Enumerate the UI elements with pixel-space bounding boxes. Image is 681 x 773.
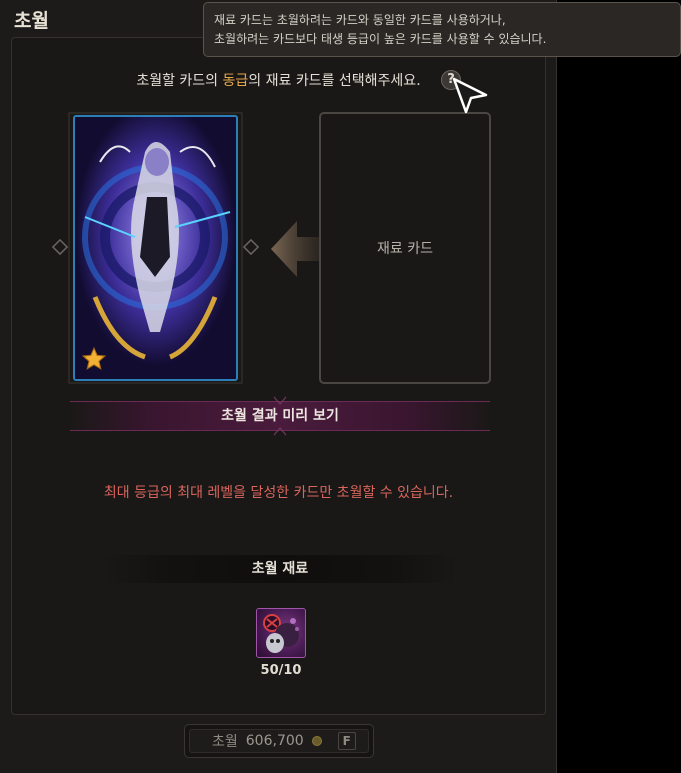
panel-title: 초월 bbox=[14, 10, 49, 32]
help-tooltip: 재료 카드는 초월하려는 카드와 동일한 카드를 사용하거나, 초월하려는 카드… bbox=[203, 2, 681, 57]
hotkey-badge: F bbox=[337, 732, 356, 750]
preview-diamond-top bbox=[273, 396, 287, 405]
cost-amount: 606,700 bbox=[245, 733, 304, 749]
mouse-cursor-icon bbox=[452, 77, 488, 114]
tooltip-line-1: 재료 카드는 초월하려는 카드와 동일한 카드를 사용하거나, bbox=[214, 13, 506, 27]
material-count: 50/10 bbox=[260, 663, 302, 678]
coin-icon bbox=[311, 736, 322, 746]
transcend-material-icon[interactable] bbox=[256, 608, 306, 658]
tooltip-line-2: 초월하려는 카드보다 태생 등급이 높은 카드를 사용할 수 있습니다. bbox=[214, 32, 547, 46]
preview-diamond-bottom bbox=[273, 427, 287, 436]
warning-text: 최대 등급의 최대 레벨을 달성한 카드만 초월할 수 있습니다. bbox=[103, 485, 454, 501]
diamond-ornament-left bbox=[51, 238, 69, 256]
transcend-cost-button[interactable]: 초월 606,700 F bbox=[184, 724, 374, 758]
diamond-ornament-right bbox=[242, 238, 260, 256]
cost-label: 초월 bbox=[212, 734, 238, 750]
source-card[interactable] bbox=[73, 115, 238, 381]
instruction-highlight: 동급 bbox=[222, 73, 249, 89]
card-art bbox=[75, 117, 236, 379]
star-icon bbox=[81, 346, 107, 370]
materials-header: 초월 재료 bbox=[100, 555, 460, 583]
left-arrow-icon bbox=[271, 221, 321, 277]
material-card-slot[interactable]: 재료 카드 bbox=[319, 112, 491, 384]
transcend-panel: 초월 초월할 카드의 동급의 재료 카드를 선택해주세요. ? 재료 카드 초월… bbox=[0, 0, 557, 773]
